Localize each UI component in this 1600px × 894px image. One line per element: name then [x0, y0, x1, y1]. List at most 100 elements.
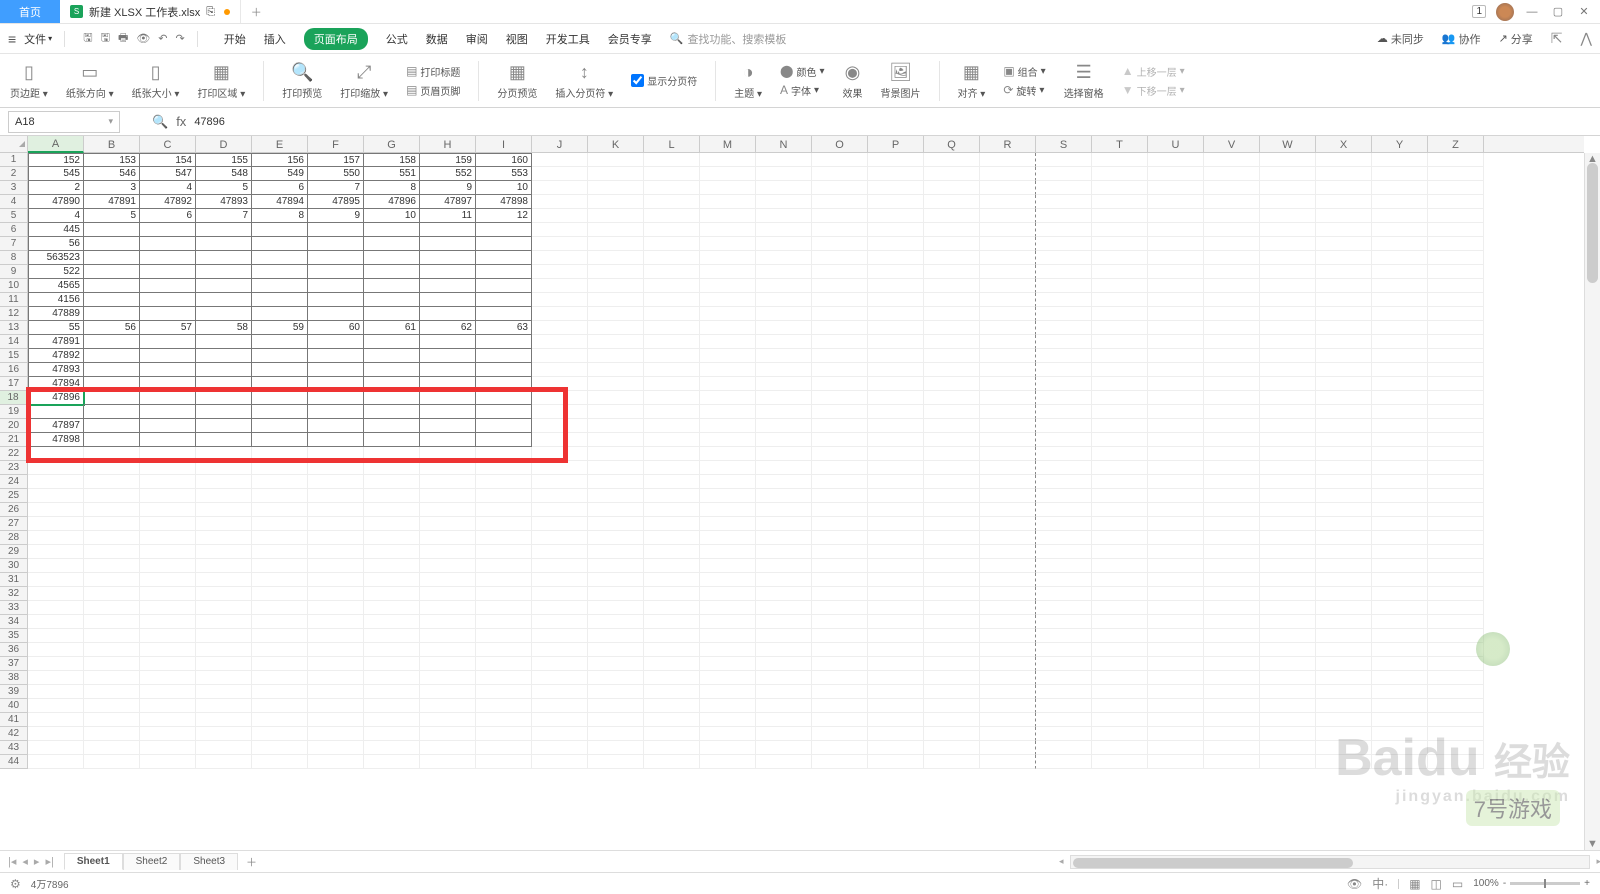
cell[interactable] — [196, 461, 252, 475]
cells-area[interactable]: 1521531541551561571581591605455465475485… — [28, 153, 1584, 850]
cell[interactable] — [868, 377, 924, 391]
column-header[interactable]: D — [196, 136, 252, 153]
cell[interactable] — [1148, 475, 1204, 489]
cell[interactable] — [532, 237, 588, 251]
cell[interactable] — [1260, 713, 1316, 727]
cell[interactable] — [700, 713, 756, 727]
cell[interactable] — [1036, 377, 1092, 391]
cell[interactable] — [476, 545, 532, 559]
cell[interactable] — [84, 657, 140, 671]
zoom-control[interactable]: 100%- + — [1473, 878, 1590, 889]
cell[interactable] — [644, 629, 700, 643]
cell[interactable] — [252, 349, 308, 363]
cell[interactable] — [588, 643, 644, 657]
group-button[interactable]: ▣组合 ▾ — [1003, 64, 1045, 79]
cell[interactable] — [140, 629, 196, 643]
cell[interactable] — [476, 517, 532, 531]
cell[interactable] — [868, 293, 924, 307]
cell[interactable] — [868, 503, 924, 517]
cell[interactable] — [476, 461, 532, 475]
cell[interactable]: 445 — [28, 223, 84, 237]
cell[interactable]: 153 — [84, 153, 140, 167]
cell[interactable] — [588, 601, 644, 615]
cell[interactable] — [1260, 727, 1316, 741]
cell[interactable] — [84, 405, 140, 419]
cell[interactable] — [364, 727, 420, 741]
cell[interactable] — [700, 615, 756, 629]
cell[interactable] — [756, 503, 812, 517]
cell[interactable] — [1260, 573, 1316, 587]
cell[interactable] — [1372, 153, 1428, 167]
cell[interactable] — [84, 265, 140, 279]
cell[interactable] — [364, 419, 420, 433]
cell[interactable] — [756, 167, 812, 181]
cell[interactable] — [308, 503, 364, 517]
cell[interactable] — [1092, 237, 1148, 251]
cell[interactable] — [364, 629, 420, 643]
cell[interactable] — [644, 391, 700, 405]
cell[interactable] — [252, 587, 308, 601]
cell[interactable] — [532, 335, 588, 349]
cell[interactable] — [812, 419, 868, 433]
cell[interactable] — [812, 321, 868, 335]
cell[interactable] — [924, 587, 980, 601]
cell[interactable] — [1036, 489, 1092, 503]
cell[interactable] — [1092, 713, 1148, 727]
column-header[interactable]: C — [140, 136, 196, 153]
cell[interactable] — [588, 713, 644, 727]
cell[interactable] — [1036, 545, 1092, 559]
cell[interactable] — [532, 601, 588, 615]
cell[interactable] — [84, 461, 140, 475]
cell[interactable] — [196, 657, 252, 671]
cell[interactable]: 8 — [364, 181, 420, 195]
cell[interactable] — [476, 349, 532, 363]
cell[interactable] — [1428, 713, 1484, 727]
cell[interactable] — [980, 475, 1036, 489]
cell[interactable] — [812, 601, 868, 615]
cell[interactable] — [756, 307, 812, 321]
cell[interactable] — [700, 559, 756, 573]
cell[interactable] — [756, 657, 812, 671]
cell[interactable] — [812, 265, 868, 279]
cell[interactable] — [980, 223, 1036, 237]
cell[interactable] — [532, 699, 588, 713]
cell[interactable] — [1092, 349, 1148, 363]
cell[interactable]: 58 — [196, 321, 252, 335]
cell[interactable] — [1316, 167, 1372, 181]
cell[interactable] — [1036, 503, 1092, 517]
cell[interactable] — [28, 727, 84, 741]
cell[interactable] — [1316, 671, 1372, 685]
cell[interactable]: 4 — [28, 209, 84, 223]
cell[interactable] — [588, 503, 644, 517]
cell[interactable] — [196, 265, 252, 279]
cell[interactable] — [1372, 447, 1428, 461]
cell[interactable] — [756, 321, 812, 335]
row-header[interactable]: 7 — [0, 237, 28, 251]
cell[interactable] — [1204, 601, 1260, 615]
cell[interactable] — [364, 615, 420, 629]
cell[interactable] — [812, 251, 868, 265]
cell[interactable] — [532, 685, 588, 699]
cell[interactable] — [924, 573, 980, 587]
cell[interactable] — [1092, 587, 1148, 601]
cell[interactable] — [1204, 503, 1260, 517]
cell[interactable] — [756, 335, 812, 349]
cell[interactable]: 10 — [364, 209, 420, 223]
cell[interactable] — [812, 727, 868, 741]
cell[interactable] — [252, 475, 308, 489]
cell[interactable] — [1316, 461, 1372, 475]
cell[interactable] — [196, 629, 252, 643]
cell[interactable] — [28, 741, 84, 755]
cell[interactable] — [252, 531, 308, 545]
cell[interactable] — [308, 755, 364, 769]
cell[interactable]: 552 — [420, 167, 476, 181]
cell[interactable] — [364, 237, 420, 251]
cell[interactable] — [1148, 727, 1204, 741]
cell[interactable] — [84, 727, 140, 741]
cell[interactable] — [252, 223, 308, 237]
cell[interactable] — [84, 531, 140, 545]
cell[interactable] — [1092, 167, 1148, 181]
cell[interactable] — [1316, 587, 1372, 601]
cell[interactable] — [1148, 335, 1204, 349]
background-button[interactable]: 🖼背景图片 — [881, 62, 921, 100]
